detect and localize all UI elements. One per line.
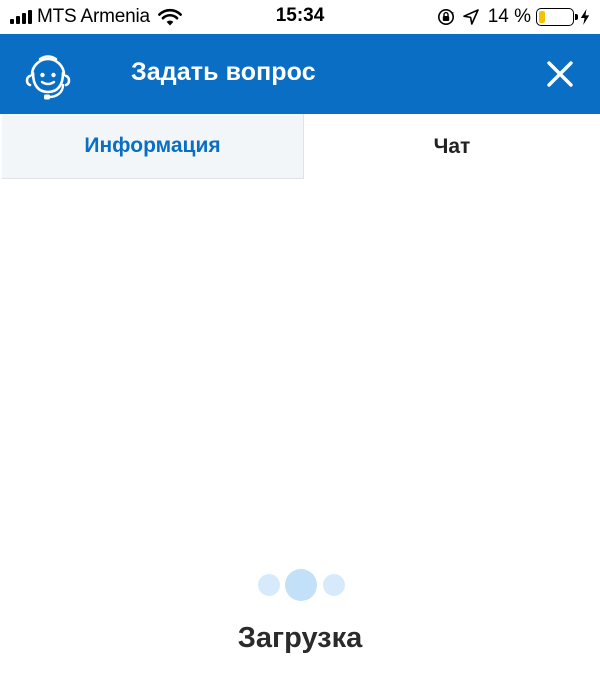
- app-header: Задать вопрос: [0, 34, 600, 114]
- header-title: Задать вопрос: [131, 58, 316, 86]
- content-area: Загрузка: [0, 179, 600, 692]
- loader-dot: [285, 569, 317, 601]
- status-right: 14 %: [437, 6, 590, 28]
- battery-percentage: 14 %: [487, 6, 531, 27]
- loader-dot: [323, 574, 345, 596]
- close-icon[interactable]: [542, 56, 578, 92]
- loading-indicator: [258, 569, 348, 601]
- loading-text: Загрузка: [237, 622, 363, 654]
- charging-bolt-icon: [580, 9, 590, 25]
- tab-chat[interactable]: Чат: [304, 114, 600, 179]
- loader-dot: [258, 574, 280, 596]
- battery-icon: [536, 8, 578, 26]
- orientation-lock-icon: [437, 9, 454, 25]
- tab-bar: Информация Чат: [0, 114, 600, 179]
- headset-support-icon: [25, 55, 71, 100]
- battery-level-fill: [539, 11, 545, 23]
- location-arrow-icon: [462, 9, 479, 25]
- status-bar: MTS Armenia 15:34 14 %: [0, 0, 600, 34]
- tab-information[interactable]: Информация: [2, 114, 304, 179]
- app-screen: MTS Armenia 15:34 14 % Задать вопрос Инф…: [0, 0, 600, 692]
